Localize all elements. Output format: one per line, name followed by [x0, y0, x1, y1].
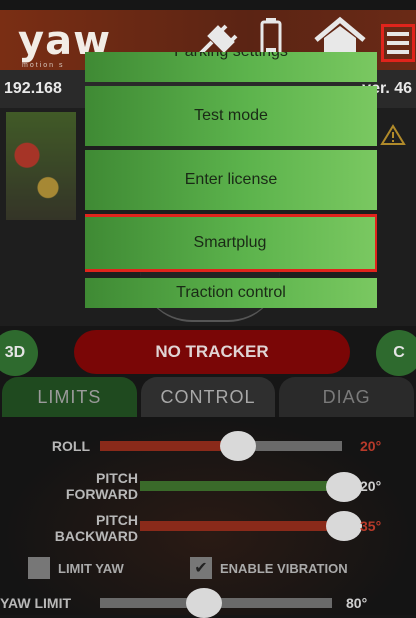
- tracker-status-button[interactable]: NO TRACKER: [74, 330, 350, 374]
- c-button[interactable]: C: [376, 330, 416, 376]
- roll-slider-knob[interactable]: [220, 431, 256, 461]
- pitch-backward-track[interactable]: [140, 521, 342, 531]
- limit-yaw-label: LIMIT YAW: [58, 561, 124, 576]
- yaw-limit-label: YAW LIMIT: [0, 595, 72, 611]
- pitch-backward-label: PITCH BACKWARD: [54, 512, 138, 544]
- pitch-forward-label: PITCH FORWARD: [65, 470, 138, 502]
- menu-item-smartplug[interactable]: Smartplug: [85, 214, 377, 272]
- hamburger-menu-button[interactable]: [381, 24, 415, 62]
- menu-item-test-mode[interactable]: Test mode: [85, 86, 377, 146]
- checkmark-icon: ✔: [194, 560, 208, 577]
- menu-line-icon: [387, 41, 409, 45]
- enable-vibration-label: ENABLE VIBRATION: [220, 561, 348, 576]
- tab-control[interactable]: CONTROL: [140, 377, 276, 417]
- tab-limits[interactable]: LIMITS: [2, 377, 137, 417]
- pitch-backward-value: 35°: [360, 518, 382, 534]
- christmas-decoration-image: [6, 112, 76, 220]
- menu-line-icon: [387, 50, 409, 54]
- yaw-limit-value: 80°: [346, 595, 368, 611]
- yaw-limit-slider-knob[interactable]: [186, 588, 222, 618]
- roll-track-filled: [100, 441, 234, 451]
- pitch-forward-track[interactable]: [140, 481, 342, 491]
- menu-item-enter-license[interactable]: Enter license: [85, 150, 377, 210]
- menu-item-parking-settings[interactable]: Parking settings: [85, 52, 377, 82]
- logo-subtitle: motion s: [22, 62, 65, 69]
- limit-yaw-checkbox[interactable]: [28, 557, 50, 579]
- menu-item-traction-control[interactable]: Traction control: [85, 278, 377, 308]
- tab-bar: LIMITS CONTROL DIAG: [0, 377, 416, 417]
- warning-icon: [380, 124, 406, 145]
- roll-value: 20°: [360, 438, 382, 454]
- settings-dropdown-menu: Parking settings Test mode Enter license…: [85, 52, 377, 308]
- enable-vibration-checkbox[interactable]: ✔: [190, 557, 212, 579]
- roll-label: ROLL: [51, 438, 90, 454]
- ip-address: 192.168: [4, 80, 62, 97]
- plug-icon[interactable]: [196, 20, 240, 56]
- pitch-backward-slider-knob[interactable]: [326, 511, 362, 541]
- 3d-button[interactable]: 3D: [0, 330, 38, 376]
- pitch-forward-slider-knob[interactable]: [326, 472, 362, 502]
- menu-line-icon: [387, 32, 409, 36]
- tab-diag[interactable]: DIAG: [279, 377, 415, 417]
- pitch-forward-value: 20°: [360, 478, 382, 494]
